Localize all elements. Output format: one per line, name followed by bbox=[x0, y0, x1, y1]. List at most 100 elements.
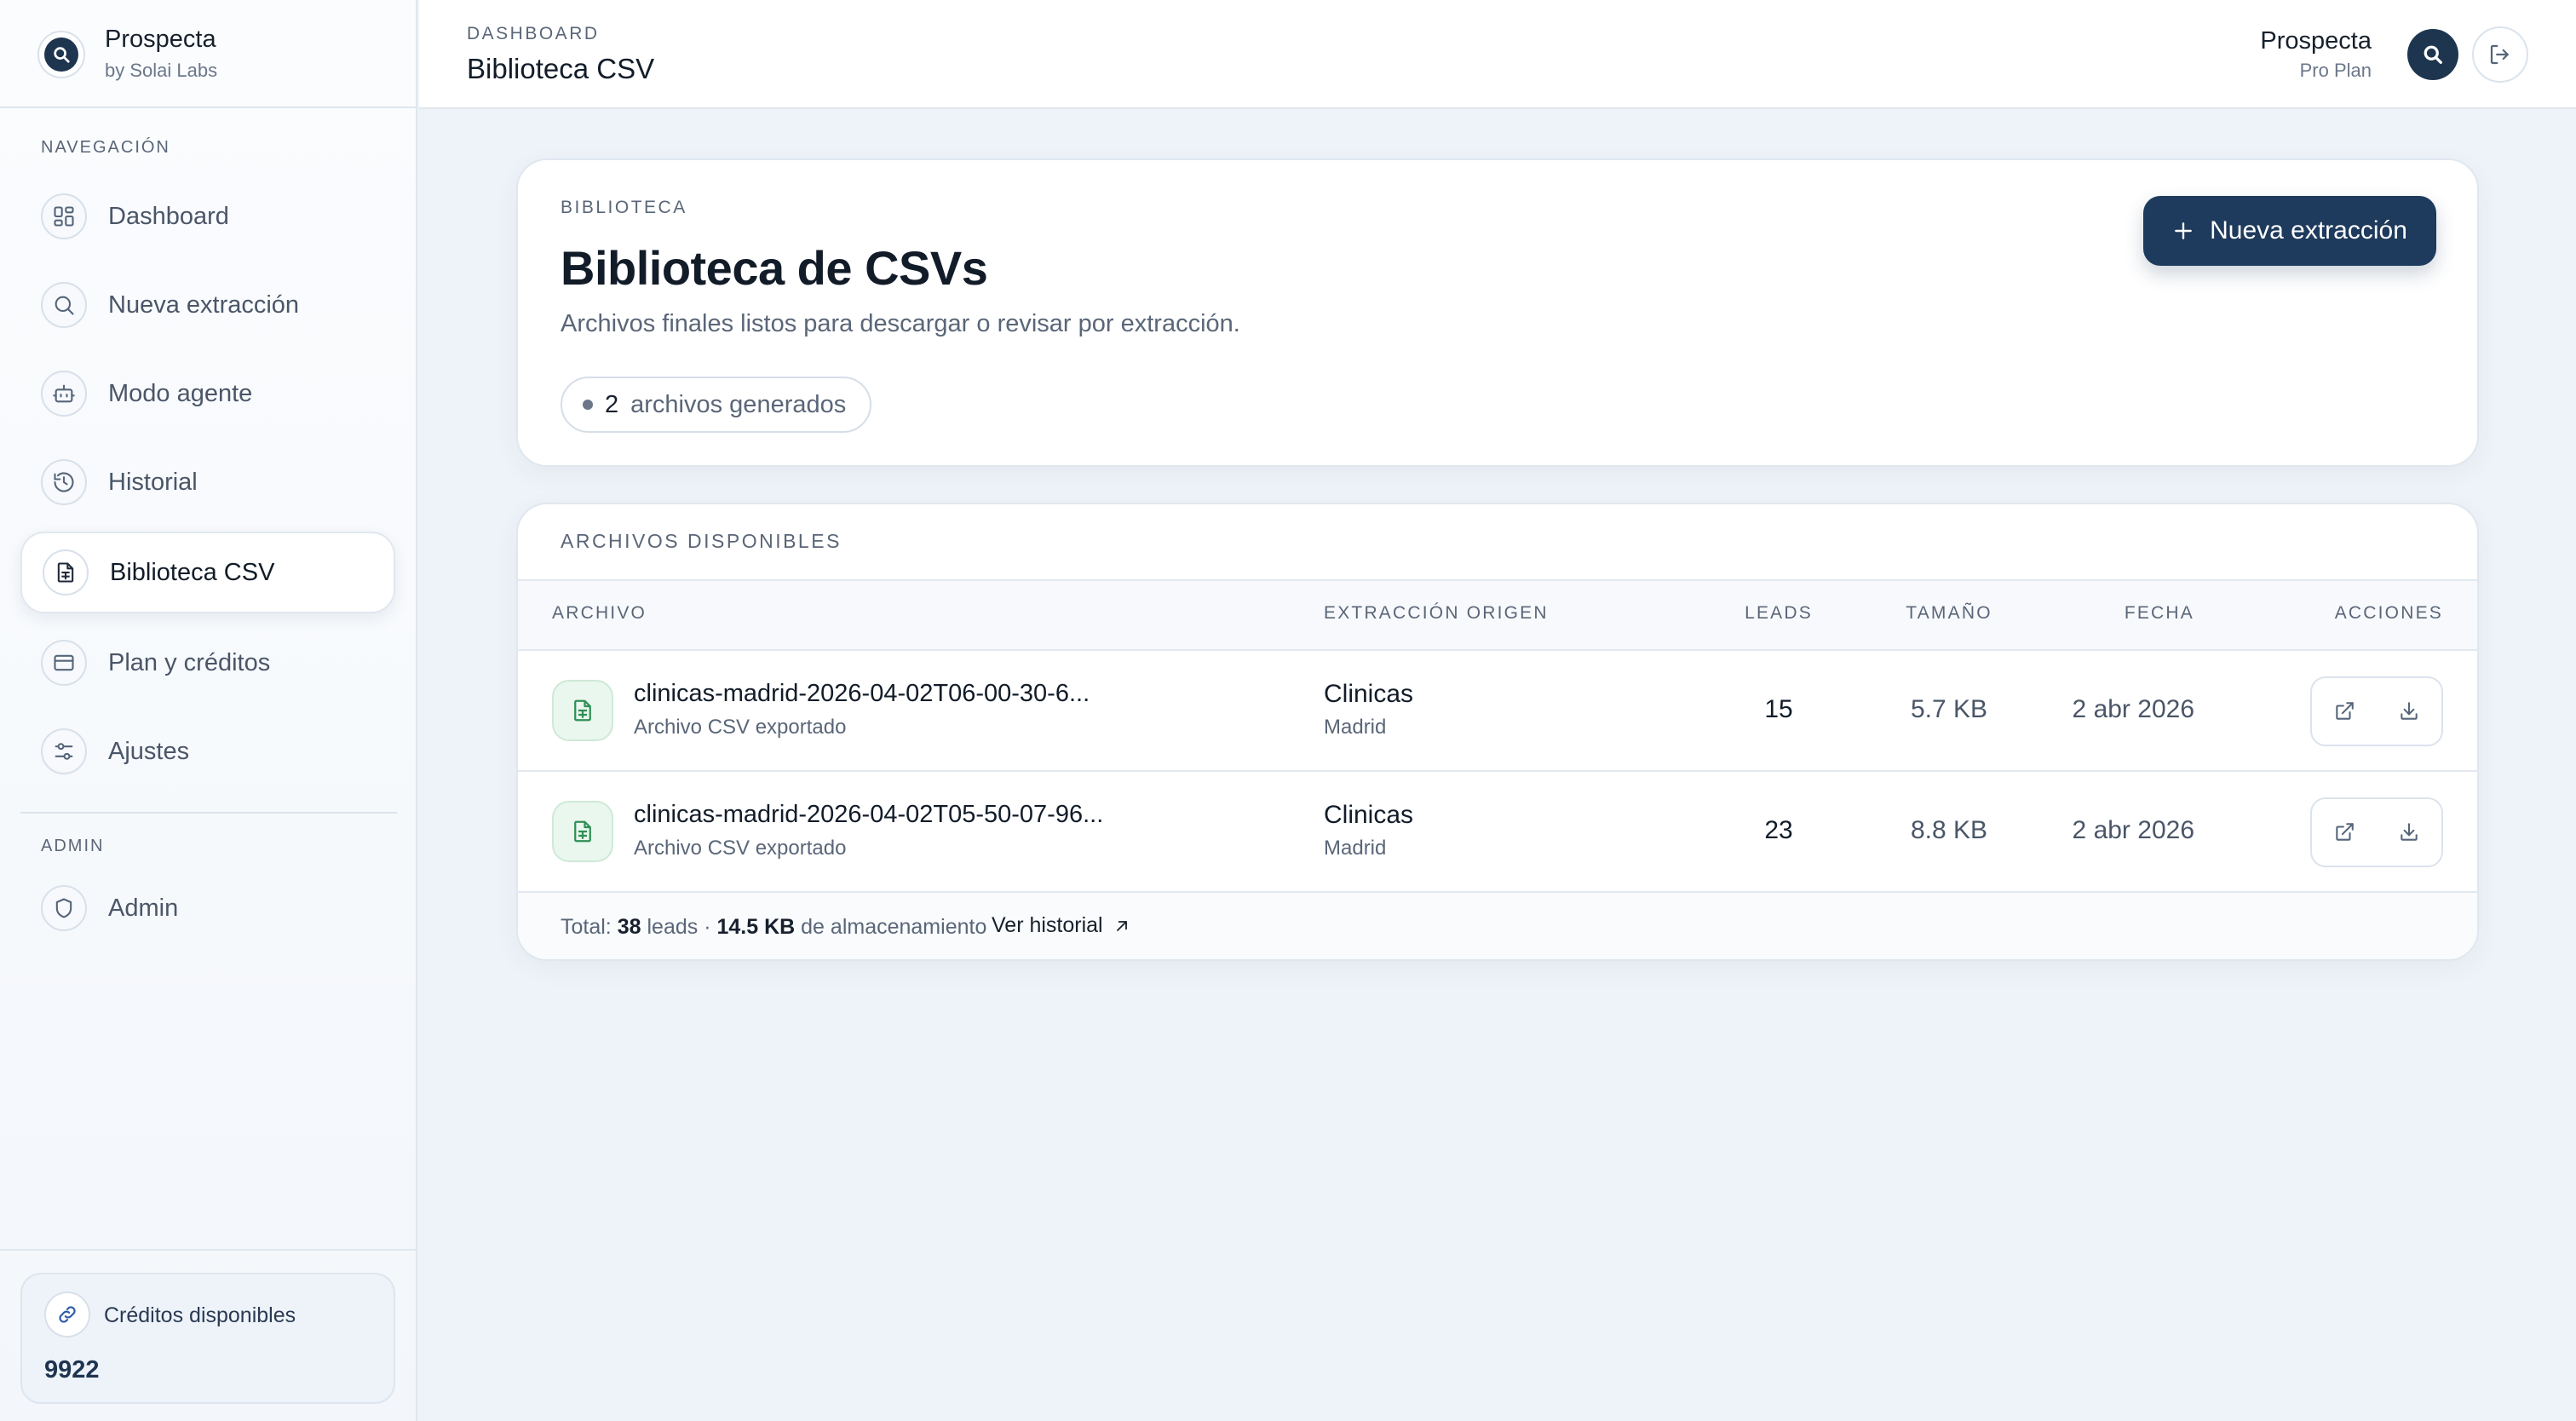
sidebar-item-label: Nueva extracción bbox=[108, 291, 300, 319]
origin-location: Madrid bbox=[1324, 837, 1387, 860]
topbar: DASHBOARD Biblioteca CSV Prospecta Pro P… bbox=[419, 0, 2576, 109]
row-actions bbox=[2310, 676, 2443, 746]
sidebar-item-biblioteca-csv[interactable]: Biblioteca CSV bbox=[20, 532, 395, 613]
credit-card-icon bbox=[41, 640, 87, 686]
sidebar-item-admin[interactable]: Admin bbox=[20, 867, 395, 949]
user-plan: Pro Plan bbox=[2299, 60, 2372, 81]
column-leads: LEADS bbox=[1745, 603, 1813, 623]
file-name[interactable]: clinicas-madrid-2026-04-02T06-00-30-6... bbox=[634, 680, 1090, 708]
leads-count: 23 bbox=[1764, 816, 1793, 844]
files-section-title: ARCHIVOS DISPONIBLES bbox=[561, 530, 842, 552]
new-extraction-button[interactable]: Nueva extracción bbox=[2143, 196, 2436, 266]
credits-value: 9922 bbox=[44, 1356, 100, 1384]
link-icon bbox=[44, 1292, 90, 1338]
table-row[interactable]: clinicas-madrid-2026-04-02T06-00-30-6...… bbox=[518, 651, 2477, 772]
sliders-icon bbox=[41, 728, 87, 774]
sidebar-item-historial[interactable]: Historial bbox=[20, 441, 395, 523]
files-count-label: archivos generados bbox=[630, 390, 847, 418]
file-size: 8.8 KB bbox=[1910, 816, 1988, 844]
column-acciones: ACCIONES bbox=[2334, 603, 2443, 623]
user-name: Prospecta bbox=[2260, 27, 2372, 55]
total-prefix: Total: bbox=[561, 915, 612, 939]
grid-icon bbox=[41, 193, 87, 239]
logout-icon bbox=[2487, 42, 2513, 67]
sidebar-item-label: Historial bbox=[108, 468, 198, 496]
view-history-label: Ver historial bbox=[992, 913, 1103, 937]
total-leads: 38 bbox=[617, 915, 641, 939]
file-name[interactable]: clinicas-madrid-2026-04-02T05-50-07-96..… bbox=[634, 801, 1103, 829]
files-card: ARCHIVOS DISPONIBLES ARCHIVO EXTRACCIÓN … bbox=[516, 503, 2479, 961]
history-icon bbox=[41, 459, 87, 505]
row-actions bbox=[2310, 797, 2443, 867]
file-type: Archivo CSV exportado bbox=[634, 837, 847, 860]
csv-file-icon bbox=[552, 801, 613, 862]
sidebar-item-ajustes[interactable]: Ajustes bbox=[20, 710, 395, 792]
sidebar-item-label: Plan y créditos bbox=[108, 648, 271, 676]
open-button[interactable] bbox=[2312, 799, 2377, 866]
file-date: 2 abr 2026 bbox=[2072, 695, 2194, 723]
sidebar-divider bbox=[20, 812, 397, 814]
credits-card: Créditos disponibles 9922 bbox=[20, 1273, 395, 1404]
file-date: 2 abr 2026 bbox=[2072, 816, 2194, 844]
brand-logo[interactable] bbox=[37, 31, 85, 78]
table-row[interactable]: clinicas-madrid-2026-04-02T05-50-07-96..… bbox=[518, 772, 2477, 893]
table-header: ARCHIVO EXTRACCIÓN ORIGEN LEADS TAMAÑO F… bbox=[518, 579, 2477, 651]
column-fecha: FECHA bbox=[2124, 603, 2194, 623]
sidebar-item-label: Dashboard bbox=[108, 202, 229, 230]
sidebar: Prospecta by Solai Labs NAVEGACIÓN Dashb… bbox=[0, 0, 417, 1421]
sidebar-item-label: Admin bbox=[108, 894, 179, 922]
files-count: 2 bbox=[605, 390, 619, 418]
dot-icon bbox=[583, 400, 593, 410]
leads-count: 15 bbox=[1764, 695, 1793, 723]
files-count-badge: 2 archivos generados bbox=[561, 377, 872, 433]
sidebar-item-plan-creditos[interactable]: Plan y créditos bbox=[20, 622, 395, 704]
bot-icon bbox=[41, 371, 87, 417]
sidebar-item-modo-agente[interactable]: Modo agente bbox=[20, 353, 395, 434]
file-spreadsheet-icon bbox=[43, 549, 89, 595]
page-description: Archivos finales listos para descargar o… bbox=[561, 310, 1240, 337]
sidebar-item-label: Ajustes bbox=[108, 737, 190, 765]
search-icon bbox=[41, 282, 87, 328]
download-icon bbox=[2398, 700, 2420, 722]
file-type: Archivo CSV exportado bbox=[634, 716, 847, 739]
column-tamano: TAMAÑO bbox=[1906, 603, 1992, 623]
topbar-title: Biblioteca CSV bbox=[467, 53, 655, 84]
download-button[interactable] bbox=[2377, 678, 2441, 745]
leads-word: leads · bbox=[647, 915, 711, 939]
brand-subtitle: by Solai Labs bbox=[105, 60, 218, 81]
total-size: 14.5 KB bbox=[716, 915, 796, 939]
sidebar-item-nueva-extraccion[interactable]: Nueva extracción bbox=[20, 264, 395, 346]
csv-file-icon bbox=[552, 680, 613, 741]
storage-word: de almacenamiento bbox=[801, 915, 987, 939]
sidebar-item-label: Biblioteca CSV bbox=[110, 558, 275, 586]
credits-title: Créditos disponibles bbox=[104, 1303, 296, 1327]
logout-button[interactable] bbox=[2472, 26, 2528, 83]
page-title: Biblioteca de CSVs bbox=[561, 241, 988, 295]
origin-location: Madrid bbox=[1324, 716, 1387, 739]
section-eyebrow: BIBLIOTECA bbox=[561, 198, 687, 217]
open-button[interactable] bbox=[2312, 678, 2377, 745]
view-history-link[interactable]: Ver historial bbox=[992, 913, 1130, 938]
brand-name: Prospecta bbox=[105, 26, 216, 53]
nav-section-title: NAVEGACIÓN bbox=[41, 138, 170, 157]
search-icon bbox=[2421, 43, 2445, 66]
download-button[interactable] bbox=[2377, 799, 2441, 866]
column-extraccion-origen: EXTRACCIÓN ORIGEN bbox=[1324, 603, 1549, 623]
library-header-card: BIBLIOTECA Biblioteca de CSVs Archivos f… bbox=[516, 158, 2479, 467]
arrow-up-right-icon bbox=[1113, 918, 1130, 935]
sidebar-item-dashboard[interactable]: Dashboard bbox=[20, 175, 395, 257]
external-link-icon bbox=[2333, 821, 2355, 843]
plus-icon bbox=[2172, 220, 2194, 242]
sidebar-item-label: Modo agente bbox=[108, 379, 253, 407]
admin-section-title: ADMIN bbox=[41, 837, 105, 855]
file-size: 5.7 KB bbox=[1910, 695, 1988, 723]
search-icon bbox=[44, 37, 78, 72]
origin-title: Clinicas bbox=[1324, 680, 1414, 708]
totals-summary: Total: 38 leads · 14.5 KB de almacenamie… bbox=[561, 915, 986, 940]
download-icon bbox=[2398, 821, 2420, 843]
breadcrumb: DASHBOARD bbox=[467, 24, 600, 43]
avatar[interactable] bbox=[2407, 29, 2458, 80]
column-archivo: ARCHIVO bbox=[552, 603, 647, 623]
table-footer: Total: 38 leads · 14.5 KB de almacenamie… bbox=[518, 893, 2477, 959]
origin-title: Clinicas bbox=[1324, 801, 1414, 829]
